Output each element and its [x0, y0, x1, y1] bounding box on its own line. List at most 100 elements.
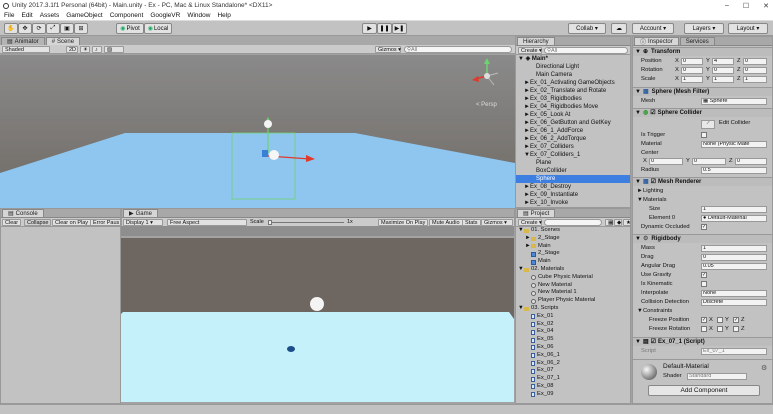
menu-component[interactable]: Component [110, 12, 144, 19]
project-item[interactable]: Main [516, 258, 630, 266]
constraints-row[interactable]: ▼ Constraints [633, 307, 772, 316]
element-0-field[interactable]: ● Default-Material [701, 215, 767, 222]
filter-type-icon[interactable]: ▦ [605, 219, 613, 226]
hierarchy-search-input[interactable]: ⚲All [544, 47, 628, 54]
project-item[interactable]: Ex_06_2 [516, 360, 630, 368]
minimize-icon[interactable]: – [725, 2, 729, 9]
lighting-row[interactable]: ► Lighting [633, 187, 772, 196]
project-item[interactable]: ▼ 03. Scripts [516, 305, 630, 313]
effects-dropdown[interactable]: ▨ [104, 46, 124, 53]
dynamic-occluded-checkbox[interactable]: ✓ [701, 224, 707, 230]
camera-gizmo-icon[interactable] [269, 150, 279, 160]
move-tool-button[interactable]: ✥ [18, 23, 32, 34]
menu-edit[interactable]: Edit [21, 12, 32, 19]
freeze-rotation-z-checkbox[interactable] [733, 326, 739, 332]
console-clear-on-play-button[interactable]: Clear on Play [52, 219, 92, 226]
stats-button[interactable]: Stats [462, 219, 481, 226]
sphere-object[interactable] [264, 120, 272, 128]
tab-game[interactable]: ▶ Game [123, 209, 158, 217]
rect-tool-button[interactable]: ▣ [60, 23, 74, 34]
freeze-position-z-checkbox[interactable]: ✓ [733, 317, 739, 323]
step-button[interactable]: ▶❚ [392, 23, 407, 34]
mesh-filter-header[interactable]: ▼ ▦ Sphere (Mesh Filter) [633, 87, 772, 96]
game-gizmos-dropdown[interactable]: Gizmos ▾ [481, 219, 513, 226]
tab-animator[interactable]: ▤ Animator [1, 37, 45, 45]
console-error-pause-button[interactable]: Error Paus [90, 219, 120, 226]
rotation-z-field[interactable]: 0 [743, 67, 767, 74]
hierarchy-item[interactable]: ►Ex_09_Instantiate [516, 191, 630, 199]
hierarchy-item[interactable]: Plane [516, 159, 630, 167]
project-item[interactable]: ► 2_Stage [516, 235, 630, 243]
account-button[interactable]: Account ▾ [632, 23, 674, 34]
project-item[interactable]: ▼ 01. Scenes [516, 227, 630, 235]
aspect-dropdown[interactable]: Free Aspect [167, 219, 247, 226]
persp-label[interactable]: < Persp [476, 102, 497, 108]
position-y-field[interactable]: 4 [712, 58, 734, 65]
hierarchy-item[interactable]: ►Ex_02_Translate and Rotate [516, 87, 630, 95]
maximize-icon[interactable]: ☐ [743, 2, 749, 10]
lighting-toggle[interactable]: ☀ [80, 46, 90, 53]
hierarchy-item[interactable]: ►Ex_10_Invoke [516, 199, 630, 207]
gizmos-dropdown[interactable]: Gizmos ▾ [375, 46, 401, 53]
center-z-field[interactable]: 0 [735, 158, 767, 165]
freeze-rotation-y-checkbox[interactable] [717, 326, 723, 332]
hierarchy-item[interactable]: BoxCollider [516, 167, 630, 175]
project-item[interactable]: Ex_04 [516, 328, 630, 336]
freeze-position-x-checkbox[interactable]: ✓ [701, 317, 707, 323]
menu-assets[interactable]: Assets [40, 12, 60, 19]
collab-button[interactable]: Collab ▾ [568, 23, 606, 34]
enabled-checkbox-icon[interactable]: ☑ [651, 339, 656, 345]
rotate-tool-button[interactable]: ⟳ [32, 23, 46, 34]
pause-button[interactable]: ❚❚ [377, 23, 392, 34]
rotation-y-field[interactable]: 0 [712, 67, 734, 74]
hierarchy-item[interactable]: ►Ex_03_Rigidbodies [516, 95, 630, 103]
layers-button[interactable]: Layers ▾ [684, 23, 724, 34]
2d-toggle[interactable]: 2D [66, 46, 78, 53]
tab-scene[interactable]: # Scene [45, 37, 81, 45]
filter-label-icon[interactable]: ◆ [614, 219, 622, 226]
hierarchy-item[interactable]: ►Ex_04_Rigidbodies Move [516, 103, 630, 111]
hierarchy-item[interactable]: ►Ex_06_GetButton and GetKey [516, 119, 630, 127]
close-icon[interactable]: ✕ [763, 2, 769, 10]
hierarchy-item[interactable]: Directional Light [516, 63, 630, 71]
move-handle-icon[interactable] [262, 150, 268, 157]
transform-tool-button[interactable]: ⊞ [74, 23, 88, 34]
shading-mode-dropdown[interactable]: Shaded [2, 46, 50, 53]
mesh-field[interactable]: ▦ Sphere [701, 98, 767, 105]
menu-googlevr[interactable]: GoogleVR [150, 12, 180, 19]
project-item[interactable]: Ex_02 [516, 321, 630, 329]
project-item[interactable]: 2_Stage [516, 250, 630, 258]
tab-services[interactable]: Services [679, 37, 715, 45]
project-item[interactable]: Ex_07 [516, 367, 630, 375]
hierarchy-item[interactable]: ►Ex_01_Activating GameObjects [516, 79, 630, 87]
menu-help[interactable]: Help [217, 12, 230, 19]
drag-field[interactable]: 0 [701, 254, 767, 261]
shader-dropdown[interactable]: Standard [687, 373, 747, 380]
maximize-on-play-button[interactable]: Maximize On Play [378, 219, 429, 226]
project-item[interactable]: Ex_05 [516, 336, 630, 344]
tab-hierarchy[interactable]: Hierarchy [517, 37, 555, 45]
position-z-field[interactable]: 0 [743, 58, 767, 65]
rotation-x-field[interactable]: 0 [681, 67, 703, 74]
hand-tool-button[interactable]: ✋ [4, 23, 18, 34]
hierarchy-item[interactable]: ►Ex_07_Colliders [516, 143, 630, 151]
freeze-rotation-x-checkbox[interactable] [701, 326, 707, 332]
edit-collider-button[interactable]: ⟋ [701, 120, 715, 129]
material-settings-icon[interactable]: ⚙ [761, 364, 767, 372]
menu-gameobject[interactable]: GameObject [66, 12, 103, 19]
hierarchy-item[interactable]: ►Ex_05_Look At [516, 111, 630, 119]
project-item[interactable]: Cube Physic Material [516, 274, 630, 282]
hierarchy-item[interactable]: ►Ex_06_1_AddForce [516, 127, 630, 135]
local-button[interactable]: ◉ Local [144, 23, 172, 34]
project-item[interactable]: ▼ 02. Materials [516, 266, 630, 274]
project-item[interactable]: Ex_08 [516, 383, 630, 391]
add-component-button[interactable]: Add Component [648, 385, 760, 396]
is-trigger-checkbox[interactable] [701, 132, 707, 138]
hierarchy-scene-row[interactable]: ▼ ◈ Main* [516, 55, 630, 63]
project-item[interactable]: Ex_06_1 [516, 352, 630, 360]
cloud-button[interactable]: ☁ [611, 23, 627, 34]
project-item[interactable]: Ex_09 [516, 391, 630, 399]
display-dropdown[interactable]: Display 1 ▾ [123, 219, 163, 226]
collision-detection-dropdown[interactable]: Discrete [701, 299, 767, 306]
scene-search-input[interactable]: ⚲All [404, 46, 512, 53]
